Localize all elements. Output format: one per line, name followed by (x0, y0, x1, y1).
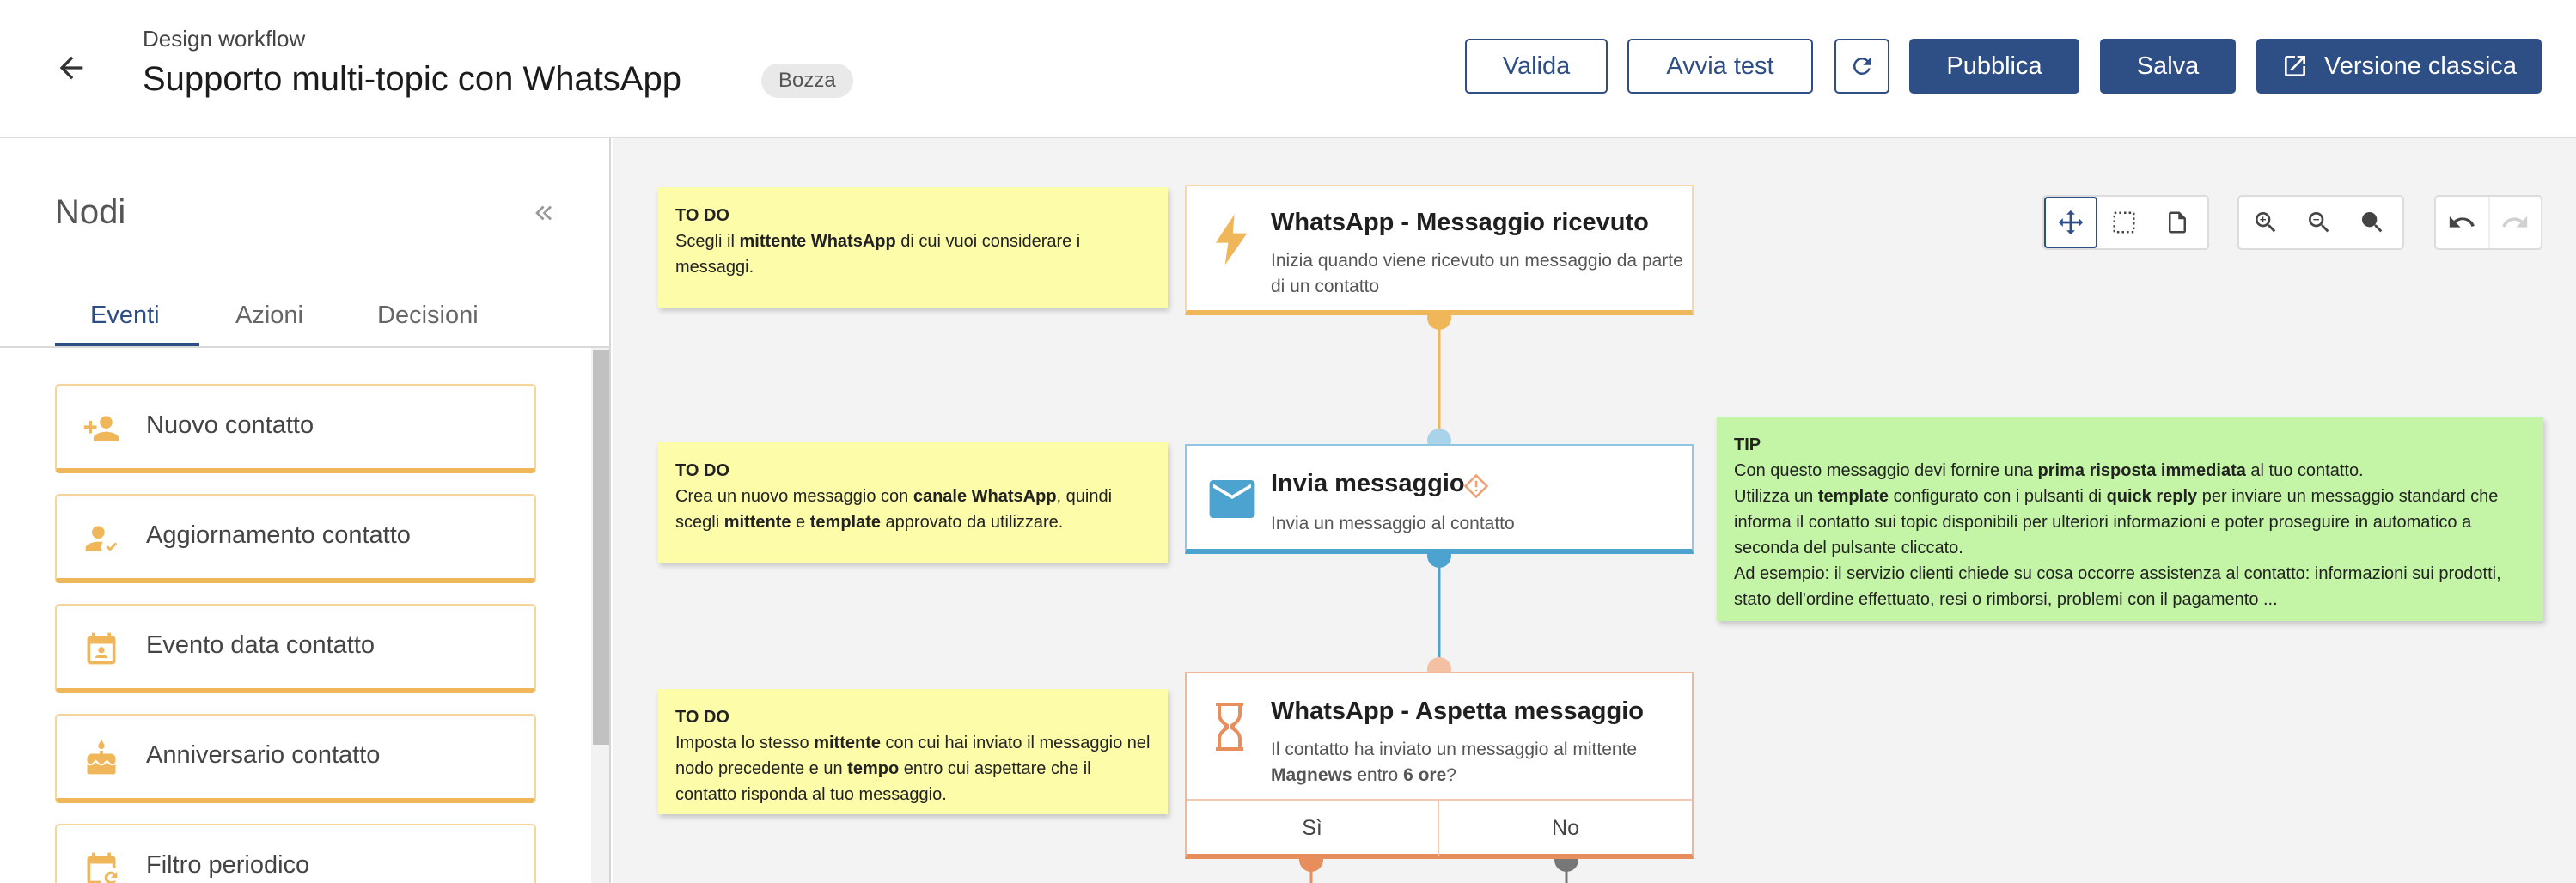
todo-note-1[interactable]: TO DO Scegli il mittente WhatsApp di cui… (658, 187, 1168, 308)
start-test-button[interactable]: Avvia test (1627, 39, 1813, 94)
undo-button[interactable] (2436, 197, 2488, 248)
node-description: Il contatto ha inviato un messaggio al m… (1271, 740, 1638, 785)
select-area-button[interactable] (2097, 197, 2151, 248)
node-whatsapp-wait-message[interactable]: WhatsApp - Aspetta messaggio Il contatto… (1185, 672, 1694, 859)
node-card-label: Aggiornamento contatto (146, 521, 411, 549)
status-badge: Bozza (761, 64, 853, 98)
node-title: WhatsApp - Messaggio ricevuto (1271, 209, 1649, 236)
node-card-label: Nuovo contatto (146, 411, 314, 439)
arrow-left-icon (59, 56, 83, 80)
note-title: TIP (1734, 435, 1761, 454)
nodes-sidebar: Nodi Eventi Azioni Decisioni Nuovo conta… (0, 138, 611, 883)
person-add-icon (82, 410, 120, 448)
back-button[interactable] (50, 46, 93, 89)
node-card-contact-date-event[interactable]: Evento data contatto (55, 604, 536, 693)
selection-toolbar (2042, 195, 2209, 250)
lightning-icon (1212, 214, 1250, 270)
branch-yes[interactable]: Sì (1187, 801, 1439, 856)
todo-note-3[interactable]: TO DO Imposta lo stesso mittente con cui… (658, 689, 1168, 814)
note-title: TO DO (675, 708, 729, 727)
sidebar-title: Nodi (55, 193, 126, 231)
refresh-icon (1853, 58, 1871, 75)
node-card-new-contact[interactable]: Nuovo contatto (55, 384, 536, 473)
tabs-divider (0, 346, 611, 348)
warning-diamond-icon[interactable] (1463, 473, 1489, 503)
node-card-label: Anniversario contatto (146, 741, 381, 769)
node-description: Invia un messaggio al contatto (1271, 514, 1515, 533)
sidebar-scrollbar-thumb[interactable] (593, 350, 609, 745)
zoom-in-icon (2256, 212, 2276, 233)
history-toolbar (2434, 195, 2542, 250)
zoom-fit-button[interactable] (2346, 197, 2399, 248)
note-title: TO DO (675, 206, 729, 225)
note-text: Crea un nuovo messaggio con canale Whats… (675, 487, 1113, 532)
validate-button[interactable]: Valida (1465, 39, 1608, 94)
undo-icon (2450, 216, 2475, 228)
zoom-out-icon (2309, 212, 2329, 233)
refresh-button[interactable] (1834, 39, 1889, 94)
branch-row: Sì No (1187, 801, 1692, 856)
envelope-icon (1209, 480, 1255, 522)
pan-tool-button[interactable] (2044, 197, 2097, 248)
save-button[interactable]: Salva (2100, 39, 2236, 94)
zoom-in-button[interactable] (2239, 197, 2292, 248)
note-text: Imposta lo stesso mittente con cui hai i… (675, 734, 1151, 804)
node-title: WhatsApp - Aspetta messaggio (1271, 697, 1644, 725)
person-check-icon (82, 520, 120, 557)
classic-version-label: Versione classica (2323, 52, 2518, 80)
node-card-contact-anniversary[interactable]: Anniversario contatto (55, 714, 536, 803)
note-text: Scegli il mittente WhatsApp di cui vuoi … (675, 232, 1081, 277)
add-note-button[interactable] (2151, 197, 2204, 248)
document-icon (2169, 211, 2186, 234)
calendar-person-icon (82, 630, 120, 667)
node-send-message[interactable]: Invia messaggio Invia un messaggio al co… (1185, 444, 1694, 554)
collapse-sidebar-button[interactable] (522, 192, 565, 234)
zoom-reset-icon (2362, 212, 2383, 233)
node-card-label: Filtro periodico (146, 851, 310, 879)
cake-icon (82, 740, 120, 777)
calendar-refresh-icon (82, 850, 120, 883)
node-card-contact-update[interactable]: Aggiornamento contatto (55, 494, 536, 583)
tab-azioni[interactable]: Azioni (235, 301, 303, 350)
todo-note-2[interactable]: TO DO Crea un nuovo messaggio con canale… (658, 442, 1168, 563)
node-description: Inizia quando viene ricevuto un messaggi… (1271, 251, 1683, 296)
node-card-periodic-filter[interactable]: Filtro periodico (55, 824, 536, 883)
top-header: Design workflow Supporto multi-topic con… (0, 0, 2576, 138)
double-chevron-left-icon (535, 205, 552, 221)
tab-decisioni[interactable]: Decisioni (377, 301, 479, 350)
zoom-out-button[interactable] (2292, 197, 2346, 248)
open-external-icon (2284, 56, 2305, 76)
workflow-canvas[interactable]: TO DO Scegli il mittente WhatsApp di cui… (613, 138, 2576, 883)
classic-version-button[interactable]: Versione classica (2256, 39, 2542, 94)
select-area-icon (2113, 211, 2135, 234)
hourglass-icon (1212, 703, 1247, 755)
redo-icon (2502, 216, 2528, 228)
move-icon (2058, 210, 2084, 235)
redo-button[interactable] (2487, 197, 2541, 248)
publish-button[interactable]: Pubblica (1909, 39, 2079, 94)
node-whatsapp-message-received[interactable]: WhatsApp - Messaggio ricevuto Inizia qua… (1185, 185, 1694, 315)
zoom-toolbar (2237, 195, 2404, 250)
tip-note[interactable]: TIP Con questo messaggio devi fornire un… (1717, 417, 2543, 621)
node-title: Invia messaggio (1271, 470, 1465, 497)
node-card-label: Evento data contatto (146, 631, 375, 659)
branch-no[interactable]: No (1439, 801, 1692, 856)
note-title: TO DO (675, 461, 729, 480)
page-subtitle: Design workflow (143, 26, 306, 52)
page-title: Supporto multi-topic con WhatsApp (143, 60, 681, 98)
note-text: Con questo messaggio devi fornire una pr… (1734, 461, 2501, 609)
